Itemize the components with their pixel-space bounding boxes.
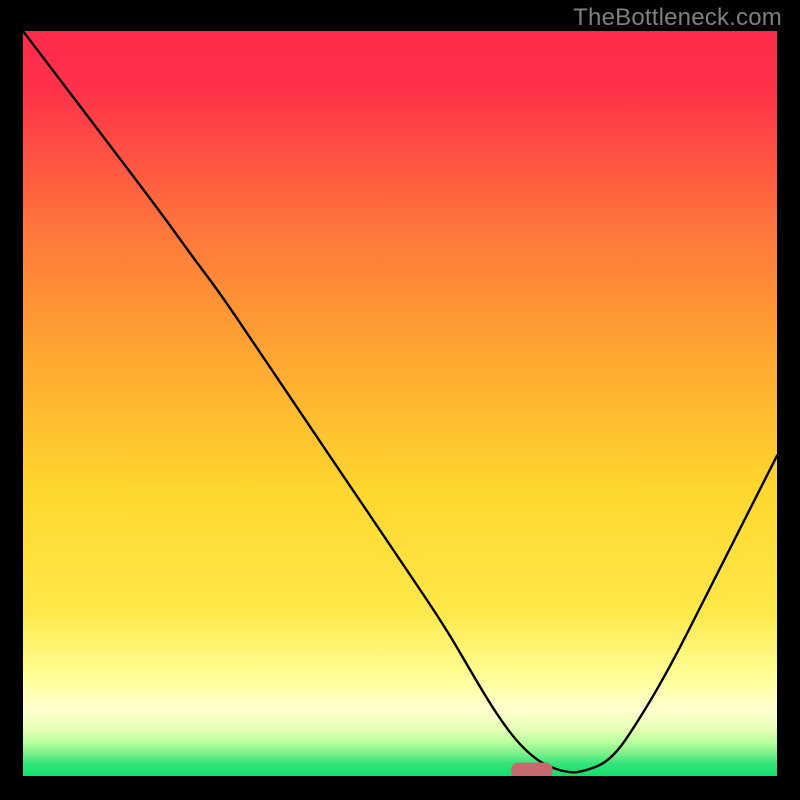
chart-frame: TheBottleneck.com <box>0 0 800 800</box>
watermark-text: TheBottleneck.com <box>573 4 782 32</box>
chart-svg <box>0 0 800 800</box>
plot-gradient <box>23 31 777 776</box>
